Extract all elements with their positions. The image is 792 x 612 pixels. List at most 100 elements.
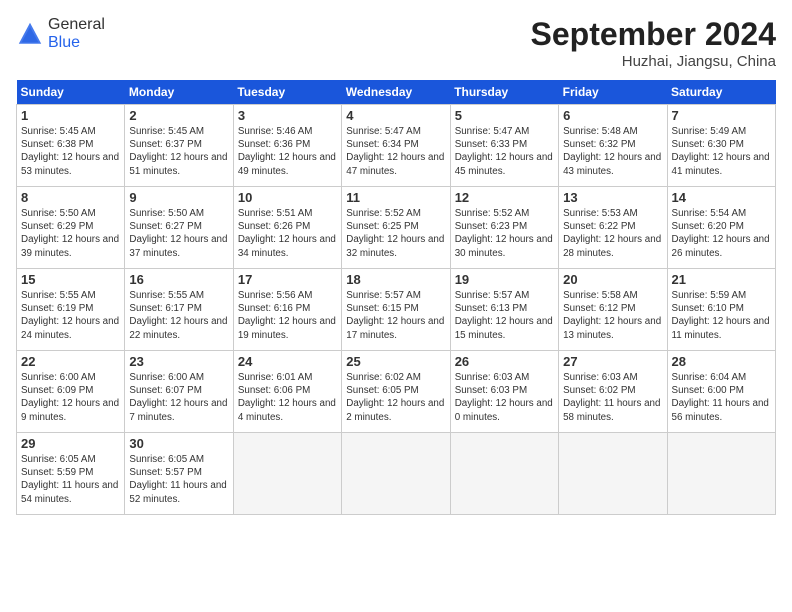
day-cell: 23 Sunrise: 6:00 AMSunset: 6:07 PMDayligh… [125, 351, 233, 433]
day-number: 24 [238, 354, 337, 369]
month-title: September 2024 [531, 16, 776, 53]
day-number: 23 [129, 354, 228, 369]
day-cell: 30 Sunrise: 6:05 AMSunset: 5:57 PMDayligh… [125, 433, 233, 515]
weekday-header-monday: Monday [125, 80, 233, 105]
weekday-header-friday: Friday [559, 80, 667, 105]
logo-icon [16, 20, 44, 48]
day-info: Sunrise: 5:49 AMSunset: 6:30 PMDaylight:… [672, 125, 771, 178]
day-number: 8 [21, 190, 120, 205]
day-number: 16 [129, 272, 228, 287]
day-cell: 1Sunrise: 5:45 AMSunset: 6:38 PMDaylight… [17, 105, 125, 187]
day-number: 4 [346, 108, 445, 123]
day-number: 22 [21, 354, 120, 369]
day-number: 20 [563, 272, 662, 287]
day-cell: 28Sunrise: 6:04 AMSunset: 6:00 PMDayligh… [667, 351, 775, 433]
day-cell: 11 Sunrise: 5:52 AMSunset: 6:25 PMDayligh… [342, 187, 450, 269]
location: Huzhai, Jiangsu, China [531, 53, 776, 70]
day-cell [450, 433, 558, 515]
day-cell [233, 433, 341, 515]
day-number: 27 [563, 354, 662, 369]
day-info: Sunrise: 5:59 AMSunset: 6:10 PMDaylight:… [672, 289, 771, 342]
logo-blue: Blue [48, 34, 80, 51]
day-number: 3 [238, 108, 337, 123]
weekday-header-thursday: Thursday [450, 80, 558, 105]
day-cell: 29 Sunrise: 6:05 AMSunset: 5:59 PMDayligh… [17, 433, 125, 515]
day-number: 17 [238, 272, 337, 287]
day-number: 13 [563, 190, 662, 205]
day-info: Sunrise: 6:01 AMSunset: 6:06 PMDaylight:… [238, 371, 337, 424]
week-row-2: 8 Sunrise: 5:50 AMSunset: 6:29 PMDaylight… [17, 187, 776, 269]
day-cell [559, 433, 667, 515]
day-info: Sunrise: 6:05 AMSunset: 5:59 PMDaylight:… [21, 453, 120, 506]
logo: General Blue [16, 16, 105, 52]
title-area: September 2024 Huzhai, Jiangsu, China [531, 16, 776, 70]
day-info: Sunrise: 5:51 AMSunset: 6:26 PMDaylight:… [238, 207, 337, 260]
weekday-header-wednesday: Wednesday [342, 80, 450, 105]
day-info: Sunrise: 6:05 AMSunset: 5:57 PMDaylight:… [129, 453, 228, 506]
day-info: Sunrise: 5:54 AMSunset: 6:20 PMDaylight:… [672, 207, 771, 260]
week-row-5: 29 Sunrise: 6:05 AMSunset: 5:59 PMDayligh… [17, 433, 776, 515]
day-cell: 4 Sunrise: 5:47 AMSunset: 6:34 PMDaylight… [342, 105, 450, 187]
header: General Blue September 2024 Huzhai, Jian… [16, 16, 776, 70]
day-cell: 5Sunrise: 5:47 AMSunset: 6:33 PMDaylight… [450, 105, 558, 187]
day-cell: 27 Sunrise: 6:03 AMSunset: 6:02 PMDayligh… [559, 351, 667, 433]
day-number: 14 [672, 190, 771, 205]
day-info: Sunrise: 5:55 AMSunset: 6:17 PMDaylight:… [129, 289, 228, 342]
day-info: Sunrise: 5:50 AMSunset: 6:29 PMDaylight:… [21, 207, 120, 260]
day-cell: 25Sunrise: 6:02 AMSunset: 6:05 PMDayligh… [342, 351, 450, 433]
day-info: Sunrise: 5:47 AMSunset: 6:34 PMDaylight:… [346, 125, 445, 178]
week-row-3: 15Sunrise: 5:55 AMSunset: 6:19 PMDayligh… [17, 269, 776, 351]
day-number: 10 [238, 190, 337, 205]
day-info: Sunrise: 5:45 AMSunset: 6:37 PMDaylight:… [129, 125, 228, 178]
day-info: Sunrise: 6:02 AMSunset: 6:05 PMDaylight:… [346, 371, 445, 424]
day-info: Sunrise: 5:58 AMSunset: 6:12 PMDaylight:… [563, 289, 662, 342]
day-cell: 22 Sunrise: 6:00 AMSunset: 6:09 PMDayligh… [17, 351, 125, 433]
day-cell: 9 Sunrise: 5:50 AMSunset: 6:27 PMDaylight… [125, 187, 233, 269]
day-cell: 24 Sunrise: 6:01 AMSunset: 6:06 PMDayligh… [233, 351, 341, 433]
day-info: Sunrise: 6:03 AMSunset: 6:02 PMDaylight:… [563, 371, 662, 424]
day-cell: 10 Sunrise: 5:51 AMSunset: 6:26 PMDayligh… [233, 187, 341, 269]
day-number: 26 [455, 354, 554, 369]
day-number: 30 [129, 436, 228, 451]
day-cell: 2 Sunrise: 5:45 AMSunset: 6:37 PMDaylight… [125, 105, 233, 187]
day-info: Sunrise: 5:57 AMSunset: 6:15 PMDaylight:… [346, 289, 445, 342]
day-number: 29 [21, 436, 120, 451]
day-cell: 15Sunrise: 5:55 AMSunset: 6:19 PMDayligh… [17, 269, 125, 351]
day-number: 9 [129, 190, 228, 205]
day-cell: 14 Sunrise: 5:54 AMSunset: 6:20 PMDayligh… [667, 187, 775, 269]
day-number: 11 [346, 190, 445, 205]
weekday-header-sunday: Sunday [17, 80, 125, 105]
day-info: Sunrise: 6:00 AMSunset: 6:09 PMDaylight:… [21, 371, 120, 424]
day-number: 2 [129, 108, 228, 123]
weekday-header-tuesday: Tuesday [233, 80, 341, 105]
logo-text: General Blue [48, 16, 105, 52]
day-cell [667, 433, 775, 515]
weekday-header-saturday: Saturday [667, 80, 775, 105]
day-cell: 17Sunrise: 5:56 AMSunset: 6:16 PMDayligh… [233, 269, 341, 351]
day-info: Sunrise: 6:04 AMSunset: 6:00 PMDaylight:… [672, 371, 771, 424]
day-number: 15 [21, 272, 120, 287]
day-number: 1 [21, 108, 120, 123]
day-cell: 8 Sunrise: 5:50 AMSunset: 6:29 PMDaylight… [17, 187, 125, 269]
day-cell: 7Sunrise: 5:49 AMSunset: 6:30 PMDaylight… [667, 105, 775, 187]
day-info: Sunrise: 5:46 AMSunset: 6:36 PMDaylight:… [238, 125, 337, 178]
day-info: Sunrise: 5:47 AMSunset: 6:33 PMDaylight:… [455, 125, 554, 178]
week-row-4: 22 Sunrise: 6:00 AMSunset: 6:09 PMDayligh… [17, 351, 776, 433]
day-cell: 20 Sunrise: 5:58 AMSunset: 6:12 PMDayligh… [559, 269, 667, 351]
day-number: 21 [672, 272, 771, 287]
day-number: 6 [563, 108, 662, 123]
day-cell: 21 Sunrise: 5:59 AMSunset: 6:10 PMDayligh… [667, 269, 775, 351]
day-info: Sunrise: 5:50 AMSunset: 6:27 PMDaylight:… [129, 207, 228, 260]
day-number: 12 [455, 190, 554, 205]
day-info: Sunrise: 6:00 AMSunset: 6:07 PMDaylight:… [129, 371, 228, 424]
week-row-1: 1Sunrise: 5:45 AMSunset: 6:38 PMDaylight… [17, 105, 776, 187]
day-info: Sunrise: 5:52 AMSunset: 6:23 PMDaylight:… [455, 207, 554, 260]
calendar-table: SundayMondayTuesdayWednesdayThursdayFrid… [16, 80, 776, 515]
day-info: Sunrise: 5:52 AMSunset: 6:25 PMDaylight:… [346, 207, 445, 260]
day-cell: 18Sunrise: 5:57 AMSunset: 6:15 PMDayligh… [342, 269, 450, 351]
day-cell: 16 Sunrise: 5:55 AMSunset: 6:17 PMDayligh… [125, 269, 233, 351]
day-cell: 3 Sunrise: 5:46 AMSunset: 6:36 PMDaylight… [233, 105, 341, 187]
day-cell [342, 433, 450, 515]
day-info: Sunrise: 6:03 AMSunset: 6:03 PMDaylight:… [455, 371, 554, 424]
day-cell: 12 Sunrise: 5:52 AMSunset: 6:23 PMDayligh… [450, 187, 558, 269]
